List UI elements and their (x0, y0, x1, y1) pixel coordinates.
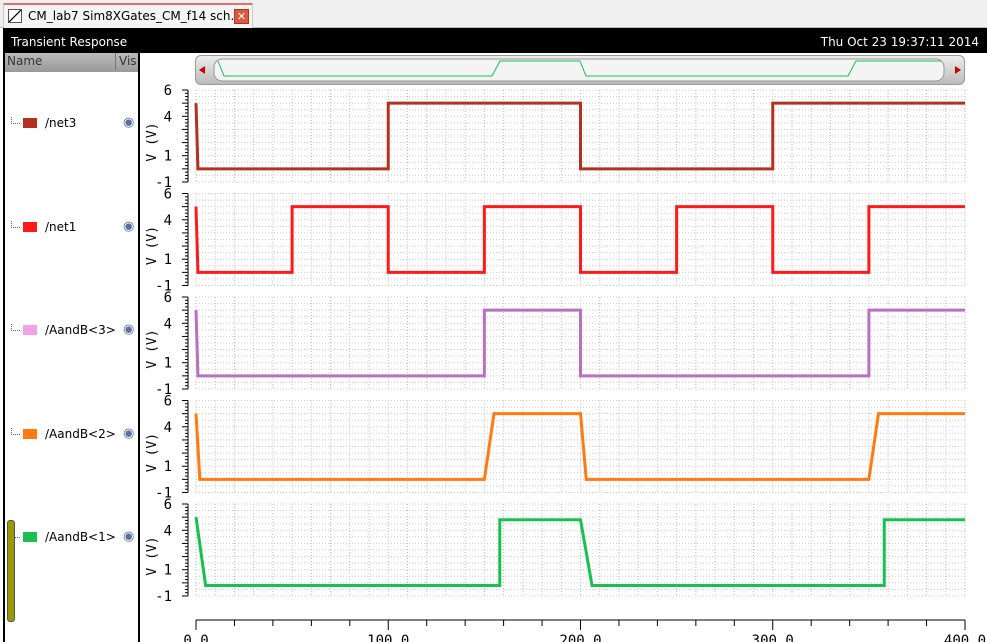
window-title: Transient Response (11, 35, 128, 49)
y-tick-label: 6 (164, 83, 172, 99)
color-swatch (23, 532, 37, 542)
signal-item[interactable]: /AandB<2> ◉ (5, 424, 138, 444)
tab-schematic[interactable]: CM_lab7 Sim8XGates_CM_f14 sch... ✕ (3, 3, 253, 28)
y-tick-label: -1 (155, 589, 172, 605)
tree-connector (11, 427, 20, 435)
signal-name: /AandB<3> (45, 323, 116, 337)
signal-name: /AandB<1> (45, 530, 116, 544)
color-swatch (23, 325, 37, 335)
y-tick-label: 4 (164, 213, 172, 229)
signal-item[interactable]: /net3 ◉ (5, 113, 138, 133)
subplot: 641-1V (V) (145, 83, 966, 191)
signal-item[interactable]: /AandB<3> ◉ (5, 320, 138, 340)
y-axis-label: V (V) (145, 433, 160, 472)
color-swatch (23, 221, 37, 232)
x-tick-label: 300.0 (752, 633, 794, 642)
y-tick-label: 1 (164, 149, 172, 165)
plot-area: 6 4 1 -1 V (V) 6 4 1 -1 V (V) 6 4 1 -1 V (V) 6 4 1 -1 V (V)… (140, 53, 987, 642)
subplot: 641-1V (V) (145, 187, 966, 295)
color-swatch (23, 118, 37, 128)
col-name[interactable]: Name (7, 53, 42, 70)
tab-title: CM_lab7 Sim8XGates_CM_f14 sch... (28, 9, 242, 23)
x-tick-label: 100.0 (367, 633, 409, 642)
y-tick-label: 6 (164, 187, 172, 203)
waveform-window: Transient Response Thu Oct 23 19:37:11 2… (3, 28, 987, 642)
y-tick-label: 6 (164, 290, 172, 306)
y-tick-label: 6 (164, 394, 172, 410)
signal-name: /net3 (45, 116, 77, 130)
signal-name: /AandB<2> (45, 426, 116, 441)
x-tick-label: 400.0 (944, 633, 986, 642)
schematic-icon (8, 9, 22, 23)
y-tick-label: 1 (164, 459, 172, 475)
y-axis-label: V (V) (145, 329, 160, 368)
y-axis-label: V (V) (145, 536, 160, 575)
col-vis[interactable]: Vis (115, 53, 137, 70)
eye-icon[interactable]: ◉ (123, 320, 134, 340)
close-icon[interactable]: ✕ (234, 9, 249, 24)
timestamp: Thu Oct 23 19:37:11 2014 (820, 35, 979, 49)
signal-list: Name Vis /net3 ◉/net1 ◉/AandB<3> ◉/AandB<2>… (5, 53, 138, 642)
subplot: 641-1V (V) (145, 290, 966, 398)
color-swatch (23, 428, 37, 439)
selection-bar (7, 520, 15, 622)
window-header: Transient Response Thu Oct 23 19:37:11 2… (3, 28, 987, 52)
list-header: Name Vis (5, 53, 138, 72)
eye-icon[interactable]: ◉ (123, 527, 134, 547)
y-tick-label: 1 (164, 356, 172, 372)
y-tick-label: 6 (164, 497, 172, 513)
signal-item[interactable]: /AandB<1> ◉ (5, 527, 138, 547)
x-tick-label: 200.0 (559, 633, 601, 642)
y-tick-label: 1 (164, 252, 172, 268)
tab-bar: CM_lab7 Sim8XGates_CM_f14 sch... ✕ (0, 0, 987, 28)
y-tick-label: 4 (164, 420, 172, 436)
tree-connector (11, 220, 20, 228)
eye-icon[interactable]: ◉ (123, 217, 134, 237)
signal-name: /net1 (45, 219, 77, 234)
y-tick-label: 4 (164, 109, 172, 125)
subplot: 6 4 1 -1 V (V) (145, 497, 966, 605)
y-tick-label: 4 (164, 316, 172, 332)
eye-icon[interactable]: ◉ (123, 113, 134, 133)
tree-connector (11, 117, 20, 124)
subplot: 641-1V (V) (145, 394, 966, 502)
signal-item[interactable]: /net1 ◉ (5, 217, 138, 237)
eye-icon[interactable]: ◉ (123, 424, 134, 444)
x-tick-label: 0.0 (183, 633, 208, 642)
tree-connector (11, 324, 20, 331)
y-tick-label: 1 (164, 563, 172, 579)
series-line[interactable] (194, 516, 965, 587)
y-axis-label: V (V) (145, 122, 160, 161)
chart: 641-1V (V)641-1V (V)641-1V (V)641-1V (V)… (145, 83, 986, 642)
y-axis-label: V (V) (145, 226, 160, 265)
y-tick-label: 4 (164, 523, 172, 539)
